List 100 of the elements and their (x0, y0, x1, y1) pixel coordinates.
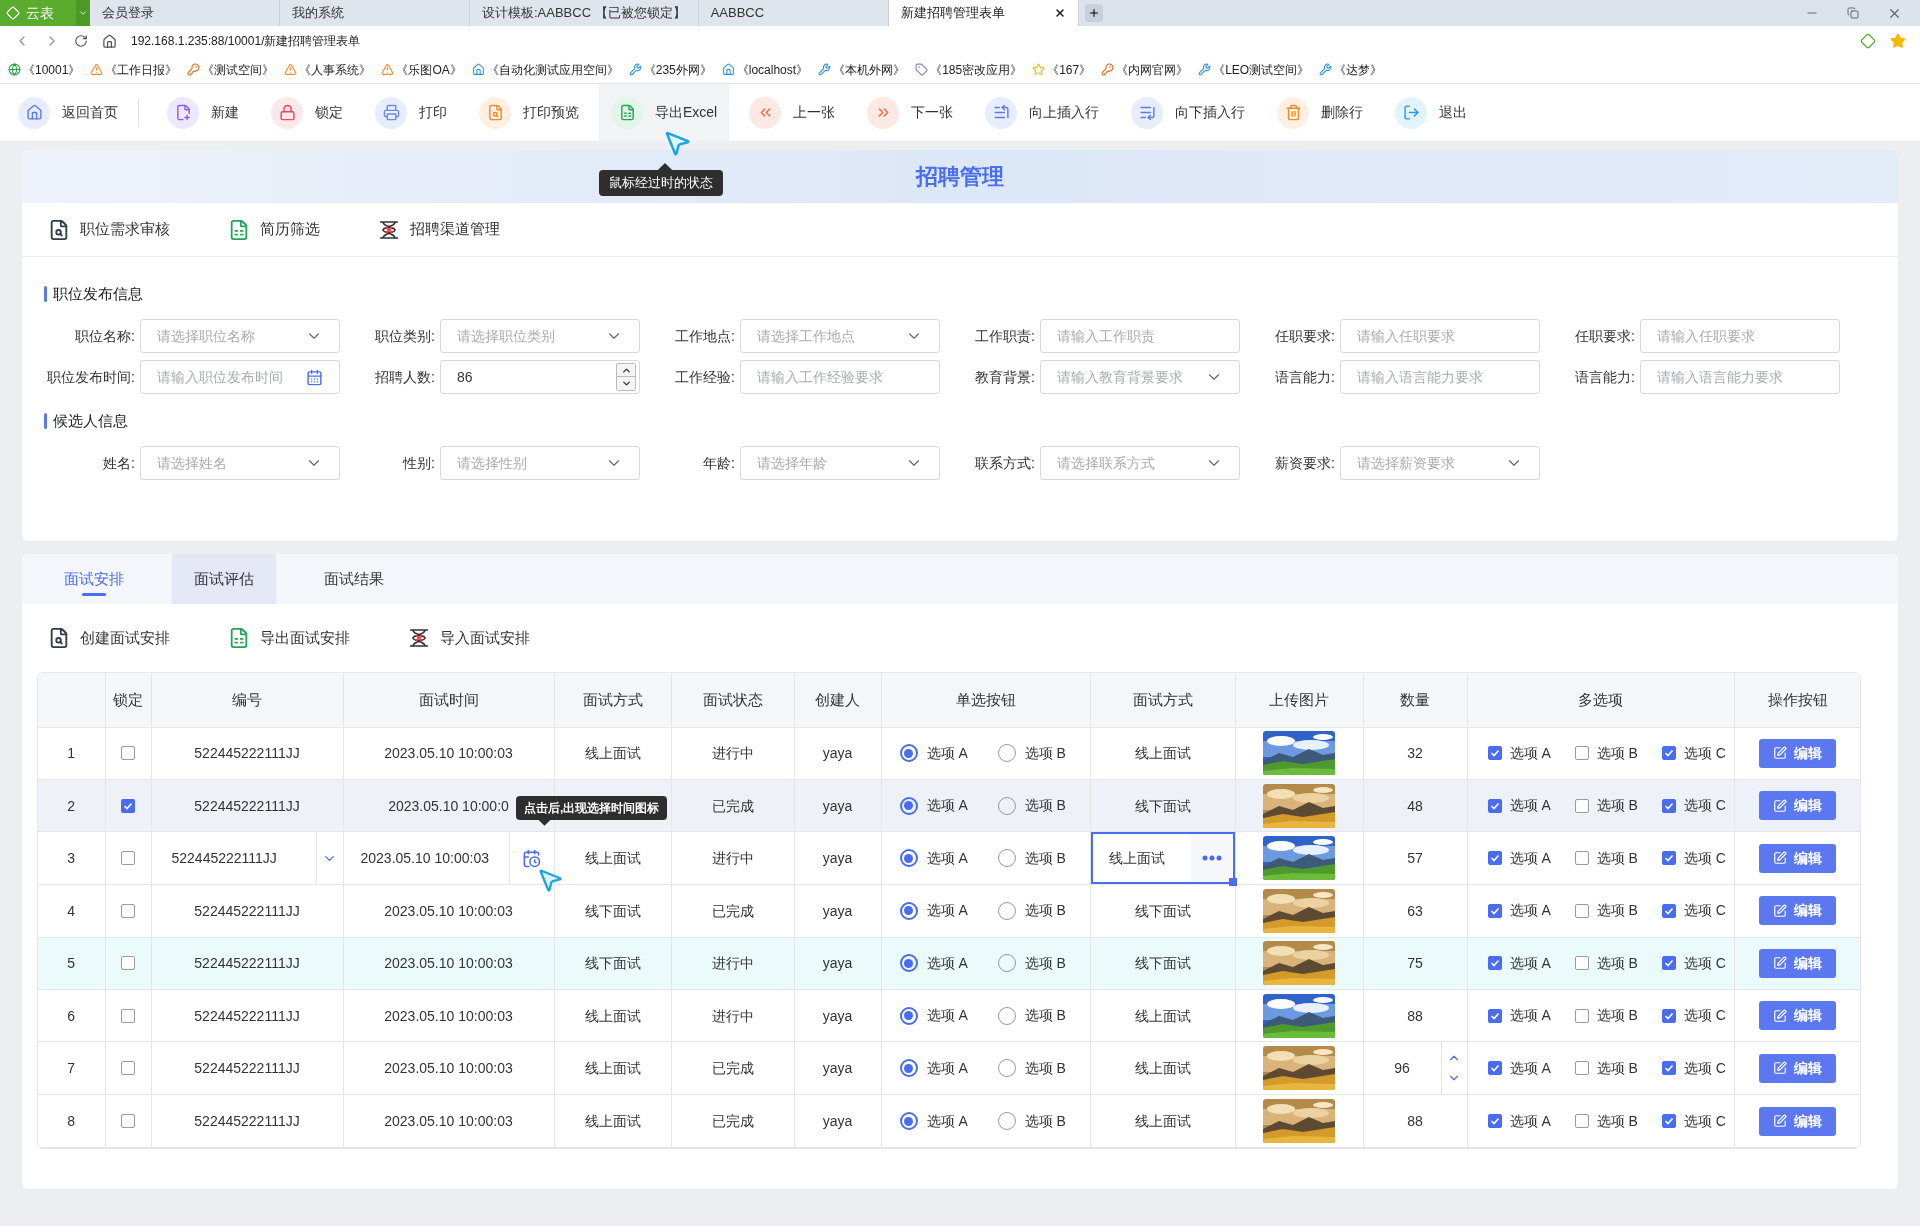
checkbox[interactable]: 选项 A (1487, 795, 1551, 817)
close-tab-icon[interactable] (1053, 7, 1066, 19)
checkbox[interactable] (121, 1061, 135, 1076)
edit-button[interactable]: 编辑 (1759, 1001, 1837, 1031)
checkbox[interactable]: 选项 B (1574, 795, 1638, 817)
toolbar-button[interactable]: 返回首页 (6, 84, 130, 141)
checkbox[interactable] (121, 746, 135, 761)
table-row[interactable]: 5 522445222111JJ 2023.05.10 10:00:03 线下面试 进行中 yaya 选项 A 选项 B 线下面试 75 选项 A 选项 B 选项 C 编辑 (38, 937, 1860, 990)
text-field[interactable]: 请输入工作经验要求 (740, 360, 940, 394)
text-field[interactable]: 请输入任职要求 (1640, 319, 1840, 353)
tab[interactable]: 面试安排 (42, 554, 146, 604)
checkbox[interactable] (121, 956, 135, 971)
radio-button[interactable]: 选项 A (899, 742, 968, 764)
calendar-icon[interactable] (306, 368, 323, 386)
bookmark-link[interactable]: 《10001》 (23, 60, 81, 79)
toolbar-button[interactable]: 下一张 (855, 84, 966, 141)
spin-up-button[interactable] (617, 364, 635, 377)
checkbox[interactable]: 选项 A (1487, 742, 1551, 764)
bookmark-link[interactable]: 《测试空间》 (202, 60, 275, 79)
bookmark-link[interactable]: 《乐图OA》 (396, 60, 462, 79)
radio-button[interactable]: 选项 B (997, 952, 1066, 974)
radio-button[interactable]: 选项 A (899, 900, 968, 922)
checkbox[interactable]: 选项 A (1487, 1110, 1551, 1132)
new-tab-button[interactable] (1084, 4, 1103, 22)
bookmark-link[interactable]: 《167》 (1047, 60, 1092, 79)
bookmark-link[interactable]: 《235外网》 (643, 60, 712, 79)
edit-button[interactable]: 编辑 (1759, 896, 1837, 926)
text-field[interactable]: 请输入语言能力要求 (1340, 360, 1540, 394)
radio-button[interactable]: 选项 A (899, 795, 968, 817)
toolbar-button[interactable]: 创建面试安排 (48, 626, 170, 650)
spin-down-button[interactable] (617, 377, 635, 390)
tab[interactable]: 面试评估 (172, 554, 276, 604)
bookmark-link[interactable]: 《达梦》 (1334, 60, 1383, 79)
table-row[interactable]: 7 522445222111JJ 2023.05.10 10:00:03 线上面试 已完成 yaya 选项 A 选项 B 线上面试 96 选项 A 选项 B 选项 C 编辑 (38, 1041, 1860, 1095)
checkbox[interactable]: 选项 C (1661, 1005, 1726, 1027)
restore-icon[interactable] (1847, 7, 1859, 19)
checkbox[interactable] (121, 903, 135, 918)
toolbar-button[interactable]: 导入面试安排 (408, 626, 530, 650)
bookmark-link[interactable]: 《localhost》 (736, 60, 809, 79)
checkbox[interactable]: 选项 C (1661, 742, 1726, 764)
toolbar-button[interactable]: 简历筛选 (228, 218, 320, 241)
edit-button[interactable]: 编辑 (1759, 791, 1837, 821)
checkbox[interactable]: 选项 C (1661, 900, 1726, 922)
toolbar-button[interactable]: 新建 (155, 84, 251, 141)
checkbox[interactable] (121, 1008, 135, 1023)
toolbar-button[interactable]: 上一张 (737, 84, 848, 141)
checkbox[interactable]: 选项 A (1487, 1005, 1551, 1027)
radio-button[interactable]: 选项 B (997, 1057, 1066, 1079)
edit-button[interactable]: 编辑 (1759, 1106, 1837, 1136)
table-row[interactable]: 3 522445222111JJ 2023.05.10 10:00:03 线上面试 进行中 yaya 选项 A 选项 B 线上面试 57 选项 A 选项 B 选项 C 编辑 (38, 831, 1860, 885)
toolbar-button[interactable]: 导出面试安排 (228, 626, 350, 650)
bookmark-link[interactable]: 《本机外网》 (833, 60, 906, 79)
diamond-icon[interactable] (1860, 33, 1876, 49)
star-icon[interactable] (1890, 33, 1906, 49)
bookmark-link[interactable]: 《185密改应用》 (930, 60, 1023, 79)
checkbox[interactable]: 选项 C (1661, 1057, 1726, 1079)
checkbox[interactable]: 选项 A (1487, 847, 1551, 869)
home-icon[interactable] (102, 33, 117, 49)
bookmark-link[interactable]: 《人事系统》 (299, 60, 372, 79)
radio-button[interactable]: 选项 B (997, 795, 1066, 817)
toolbar-button[interactable]: 招聘渠道管理 (378, 218, 500, 241)
checkbox[interactable]: 选项 A (1487, 952, 1551, 974)
checkbox[interactable]: 选项 B (1574, 1005, 1638, 1027)
checkbox[interactable] (121, 851, 135, 866)
radio-button[interactable]: 选项 B (997, 1110, 1066, 1132)
toolbar-button[interactable]: 职位需求审核 (48, 218, 170, 241)
checkbox[interactable]: 选项 A (1487, 1057, 1551, 1079)
editing-cell[interactable]: 线上面试 (1090, 832, 1235, 885)
checkbox[interactable]: 选项 A (1487, 900, 1551, 922)
radio-button[interactable]: 选项 B (997, 900, 1066, 922)
toolbar-button[interactable]: 导出Excel (599, 84, 730, 141)
radio-button[interactable]: 选项 A (899, 847, 968, 869)
checkbox[interactable] (121, 798, 135, 813)
checkbox[interactable]: 选项 B (1574, 1110, 1638, 1132)
edit-button[interactable]: 编辑 (1759, 948, 1837, 978)
reload-icon[interactable] (74, 34, 88, 48)
table-row[interactable]: 8 522445222111JJ 2023.05.10 10:00:03 线上面试 已完成 yaya 选项 A 选项 B 线上面试 88 选项 A 选项 B 选项 C 编辑 (38, 1094, 1860, 1148)
radio-button[interactable]: 选项 B (997, 847, 1066, 869)
toolbar-button[interactable]: 向下插入行 (1119, 84, 1258, 141)
radio-button[interactable]: 选项 A (899, 952, 968, 974)
tab[interactable]: 面试结果 (302, 554, 406, 604)
edit-button[interactable]: 编辑 (1759, 738, 1837, 768)
number-field[interactable]: 86 (440, 360, 640, 394)
checkbox[interactable]: 选项 C (1661, 795, 1726, 817)
checkbox[interactable]: 选项 B (1574, 900, 1638, 922)
more-button[interactable] (1190, 834, 1233, 883)
checkbox[interactable]: 选项 B (1574, 1057, 1638, 1079)
text-field[interactable]: 请输入语言能力要求 (1640, 360, 1840, 394)
browser-tab[interactable]: 新建招聘管理表单 (888, 0, 1079, 26)
checkbox[interactable]: 选项 C (1661, 952, 1726, 974)
checkbox[interactable] (121, 1114, 135, 1129)
radio-button[interactable]: 选项 A (899, 1005, 968, 1027)
toolbar-button[interactable]: 打印预览 (467, 84, 591, 141)
table-row[interactable]: 6 522445222111JJ 2023.05.10 10:00:03 线上面试 进行中 yaya 选项 A 选项 B 线上面试 88 选项 A 选项 B 选项 C 编辑 (38, 989, 1860, 1042)
bookmark-link[interactable]: 《工作日报》 (105, 60, 178, 79)
text-field[interactable]: 请输入任职要求 (1340, 319, 1540, 353)
checkbox[interactable]: 选项 B (1574, 847, 1638, 869)
edit-button[interactable]: 编辑 (1759, 843, 1837, 873)
bookmark-link[interactable]: 《内网官网》 (1116, 60, 1189, 79)
radio-button[interactable]: 选项 B (997, 742, 1066, 764)
